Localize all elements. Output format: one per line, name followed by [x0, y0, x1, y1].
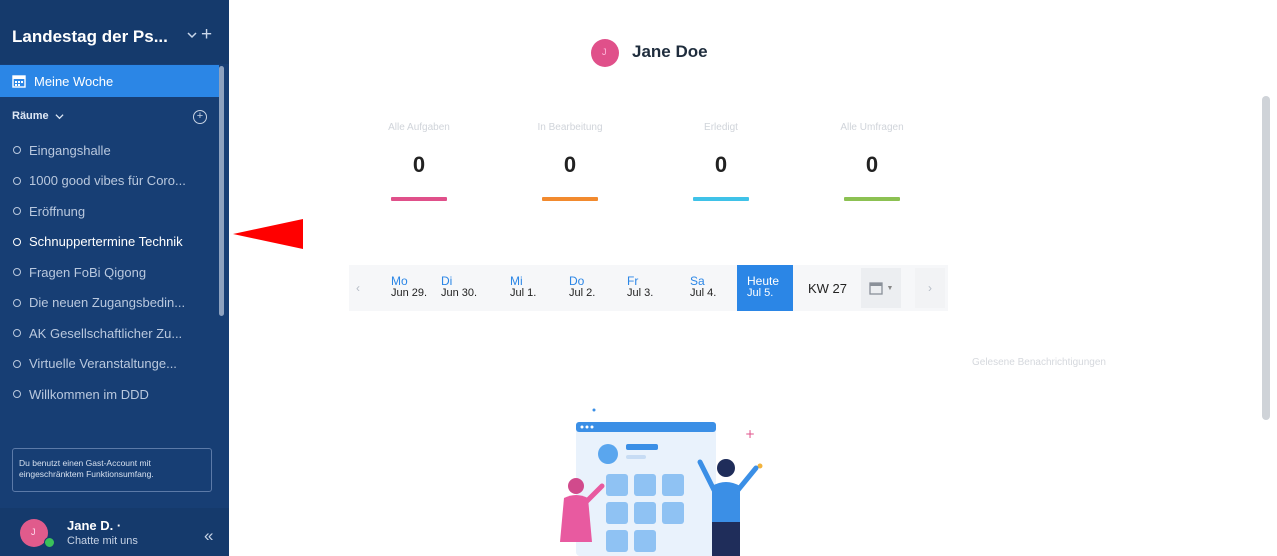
- guest-account-notice: Du benutzt einen Gast-Account mit einges…: [12, 448, 212, 492]
- stat-label: In Bearbeitung: [537, 122, 603, 133]
- day-date: Jun 30.: [441, 287, 478, 299]
- room-name: Fragen FoBi Qigong: [29, 264, 147, 280]
- room-status-icon: [13, 359, 21, 368]
- day-tuesday[interactable]: Di Jun 30.: [441, 275, 489, 299]
- stat-color-bar: [693, 197, 749, 201]
- room-name: 1000 good vibes für Coro...: [29, 173, 186, 189]
- chevron-down-icon: [55, 113, 64, 119]
- read-notifications-link[interactable]: Gelesene Benachrichtigungen: [972, 357, 1106, 368]
- avatar[interactable]: J: [591, 39, 619, 67]
- room-status-icon: [13, 329, 21, 338]
- stat-done[interactable]: Erledigt 0: [666, 122, 776, 201]
- day-name: Fr: [627, 274, 639, 288]
- room-status-icon: [13, 390, 21, 399]
- calendar-icon: [868, 282, 883, 295]
- previous-week-button[interactable]: ‹: [349, 265, 367, 311]
- room-status-icon: [13, 268, 21, 277]
- red-arrow-annotation: [233, 219, 303, 249]
- room-status-icon: [13, 176, 21, 185]
- stat-all-tasks[interactable]: Alle Aufgaben 0: [364, 122, 474, 201]
- sidebar-scrollbar[interactable]: [219, 66, 224, 316]
- avatar-initial: J: [602, 47, 607, 57]
- room-status-icon: [13, 237, 21, 246]
- room-name: Schnuppertermine Technik: [29, 234, 183, 250]
- stat-value: 0: [563, 152, 577, 177]
- main-scrollbar[interactable]: [1262, 96, 1270, 420]
- stat-value: 0: [714, 152, 728, 177]
- chevron-down-icon[interactable]: [186, 29, 198, 41]
- day-name: Di: [441, 274, 453, 288]
- next-week-button[interactable]: ›: [915, 268, 945, 308]
- room-name: Willkommen im DDD: [29, 386, 149, 400]
- chat-with-us-link[interactable]: Chatte mit uns: [67, 535, 138, 547]
- day-date: Jul 5.: [747, 287, 774, 299]
- day-name: Mi: [510, 274, 523, 288]
- day-date: Jul 3.: [627, 287, 654, 299]
- rooms-section-label: Räume: [12, 110, 49, 122]
- room-status-icon: [13, 298, 21, 307]
- svg-text:+: +: [745, 427, 755, 441]
- day-date: Jul 2.: [569, 287, 596, 299]
- stat-in-progress[interactable]: In Bearbeitung 0: [515, 122, 625, 201]
- day-name: Sa: [690, 274, 705, 288]
- stat-color-bar: [844, 197, 900, 201]
- room-name: Die neuen Zugangsbedin...: [29, 295, 186, 311]
- online-status-icon: [44, 537, 55, 548]
- room-list: Eingangshalle 1000 good vibes für Coro..…: [0, 135, 219, 400]
- stat-value: 0: [412, 152, 426, 177]
- rooms-section-header[interactable]: Räume: [12, 110, 64, 122]
- day-friday[interactable]: Fr Jul 3.: [627, 275, 675, 299]
- day-wednesday[interactable]: Mi Jul 1.: [510, 275, 558, 299]
- day-saturday[interactable]: Sa Jul 4.: [690, 275, 738, 299]
- add-room-button[interactable]: +: [193, 110, 207, 124]
- empty-state-illustration: +: [560, 408, 763, 556]
- stat-label: Alle Umfragen: [840, 122, 904, 133]
- room-item[interactable]: Willkommen im DDD: [0, 379, 219, 400]
- room-name: Eröffnung: [29, 203, 86, 219]
- calendar-icon: [12, 75, 26, 88]
- day-name: Mo: [391, 274, 408, 288]
- room-item[interactable]: Schnuppertermine Technik: [0, 227, 219, 258]
- stat-value: 0: [865, 152, 879, 177]
- room-item[interactable]: Virtuelle Veranstaltunge...: [0, 349, 219, 380]
- day-monday[interactable]: Mo Jun 29.: [391, 275, 439, 299]
- add-workspace-button[interactable]: +: [201, 25, 212, 44]
- calendar-picker-button[interactable]: ▼: [861, 268, 901, 308]
- room-item[interactable]: Eingangshalle: [0, 135, 219, 166]
- room-item[interactable]: Fragen FoBi Qigong: [0, 257, 219, 288]
- room-name: Eingangshalle: [29, 142, 111, 158]
- caret-down-icon: ▼: [886, 284, 894, 292]
- calendar-week-label[interactable]: KW 27: [808, 281, 847, 296]
- avatar-initial: J: [31, 527, 36, 537]
- stat-all-surveys[interactable]: Alle Umfragen 0: [817, 122, 927, 201]
- stat-color-bar: [542, 197, 598, 201]
- day-name: Do: [569, 274, 585, 288]
- room-status-icon: [13, 146, 21, 155]
- room-name: AK Gesellschaftlicher Zu...: [29, 325, 183, 341]
- room-item[interactable]: Die neuen Zugangsbedin...: [0, 288, 219, 319]
- sidebar-item-meine-woche[interactable]: Meine Woche: [0, 65, 219, 97]
- day-thursday[interactable]: Do Jul 2.: [569, 275, 617, 299]
- day-date: Jul 4.: [690, 287, 717, 299]
- sidebar: Landestag der Ps... + Meine Woche Räume …: [0, 0, 229, 556]
- stat-label: Erledigt: [704, 122, 738, 133]
- workspace-title[interactable]: Landestag der Ps...: [12, 27, 168, 47]
- room-item[interactable]: Eröffnung: [0, 196, 219, 227]
- day-date: Jul 1.: [510, 287, 537, 299]
- page-title: Jane Doe: [632, 42, 708, 61]
- day-name: Heute: [747, 274, 780, 288]
- room-item[interactable]: 1000 good vibes für Coro...: [0, 166, 219, 197]
- room-item[interactable]: AK Gesellschaftlicher Zu...: [0, 318, 219, 349]
- room-status-icon: [13, 207, 21, 216]
- day-date: Jun 29.: [391, 287, 428, 299]
- collapse-sidebar-button[interactable]: «: [204, 526, 213, 546]
- day-today[interactable]: Heute Jul 5.: [737, 265, 793, 311]
- sidebar-item-label: Meine Woche: [34, 73, 114, 89]
- stat-color-bar: [391, 197, 447, 201]
- room-name: Virtuelle Veranstaltunge...: [29, 356, 177, 372]
- stat-label: Alle Aufgaben: [388, 122, 450, 133]
- user-name[interactable]: Jane D. ·: [67, 518, 121, 533]
